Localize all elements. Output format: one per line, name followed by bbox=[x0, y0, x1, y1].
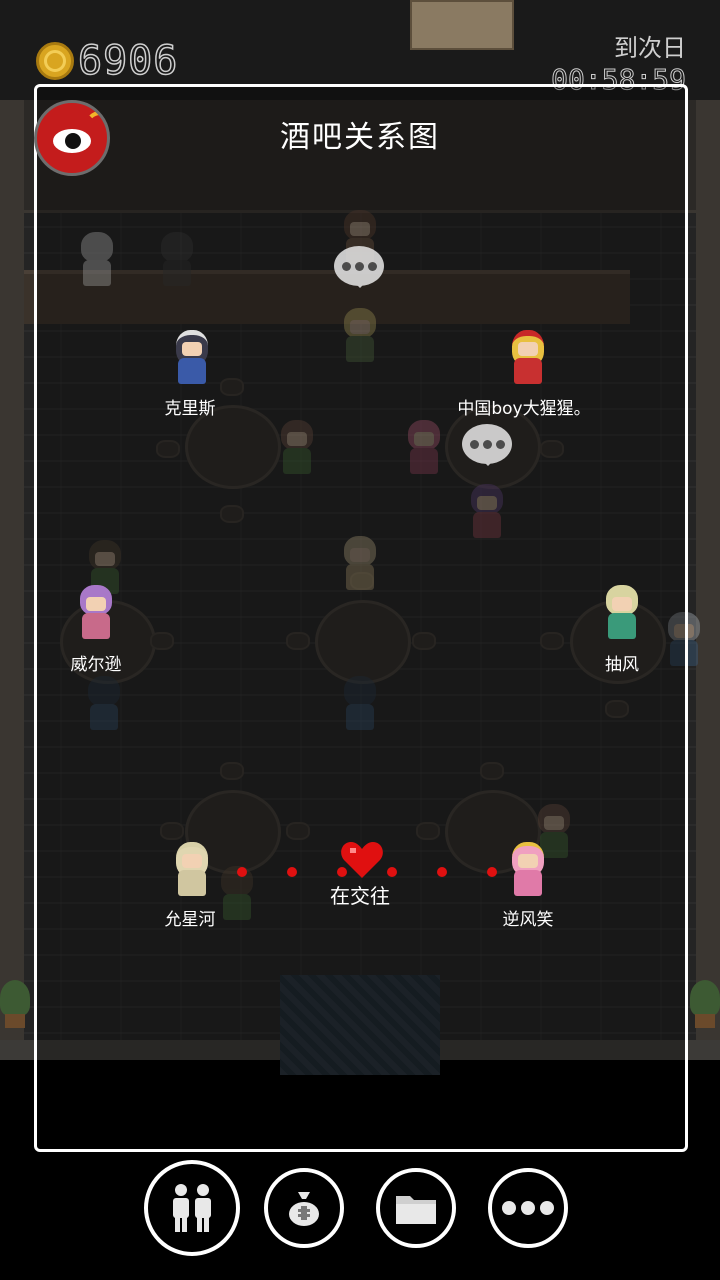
character-name: 中国boy大猩猩。 bbox=[457, 399, 591, 419]
money-bag-button[interactable] bbox=[264, 1168, 344, 1248]
panel-title: 酒吧关系图 bbox=[280, 120, 440, 155]
potted-plant-icon bbox=[690, 980, 720, 1028]
relationship-button[interactable] bbox=[144, 1160, 240, 1256]
right-wall bbox=[696, 100, 720, 1050]
character-chris[interactable] bbox=[170, 330, 214, 386]
character-name: 克里斯 bbox=[164, 399, 216, 419]
relation-dot bbox=[237, 867, 247, 877]
character-choufeng[interactable] bbox=[600, 585, 644, 641]
folder-icon bbox=[396, 1196, 436, 1224]
timer-label: 到次日 bbox=[614, 34, 686, 62]
more-button[interactable] bbox=[488, 1168, 568, 1248]
left-wall bbox=[0, 100, 24, 1050]
speech-bubble-icon bbox=[334, 246, 384, 288]
folder-button[interactable] bbox=[376, 1168, 456, 1248]
relationship-panel bbox=[34, 84, 688, 1152]
people-icon bbox=[173, 1184, 211, 1232]
coin-icon bbox=[36, 42, 74, 80]
relationship-status: 在交往 bbox=[330, 884, 390, 908]
potted-plant-icon bbox=[0, 980, 30, 1028]
coin-amount: 6906 bbox=[77, 37, 179, 85]
speech-bubble-icon bbox=[462, 424, 512, 466]
relation-dot bbox=[487, 867, 497, 877]
character-yunxinghe[interactable] bbox=[170, 842, 214, 898]
money-bag-icon bbox=[289, 1192, 319, 1226]
character-wilson[interactable] bbox=[74, 585, 118, 641]
coin-counter: 6906 bbox=[36, 37, 179, 85]
relation-dot bbox=[287, 867, 297, 877]
character-name: 抽风 bbox=[605, 655, 639, 675]
character-china-boy[interactable] bbox=[506, 330, 550, 386]
relation-dot bbox=[437, 867, 447, 877]
crate-decoration bbox=[410, 0, 514, 50]
more-icon bbox=[502, 1201, 554, 1215]
character-nifengxiao[interactable] bbox=[506, 842, 550, 898]
heart-icon bbox=[341, 842, 383, 878]
character-name: 威尔逊 bbox=[70, 655, 122, 675]
character-name: 允星河 bbox=[164, 910, 216, 930]
relation-dot bbox=[387, 867, 397, 877]
character-name: 逆风笑 bbox=[502, 910, 554, 930]
